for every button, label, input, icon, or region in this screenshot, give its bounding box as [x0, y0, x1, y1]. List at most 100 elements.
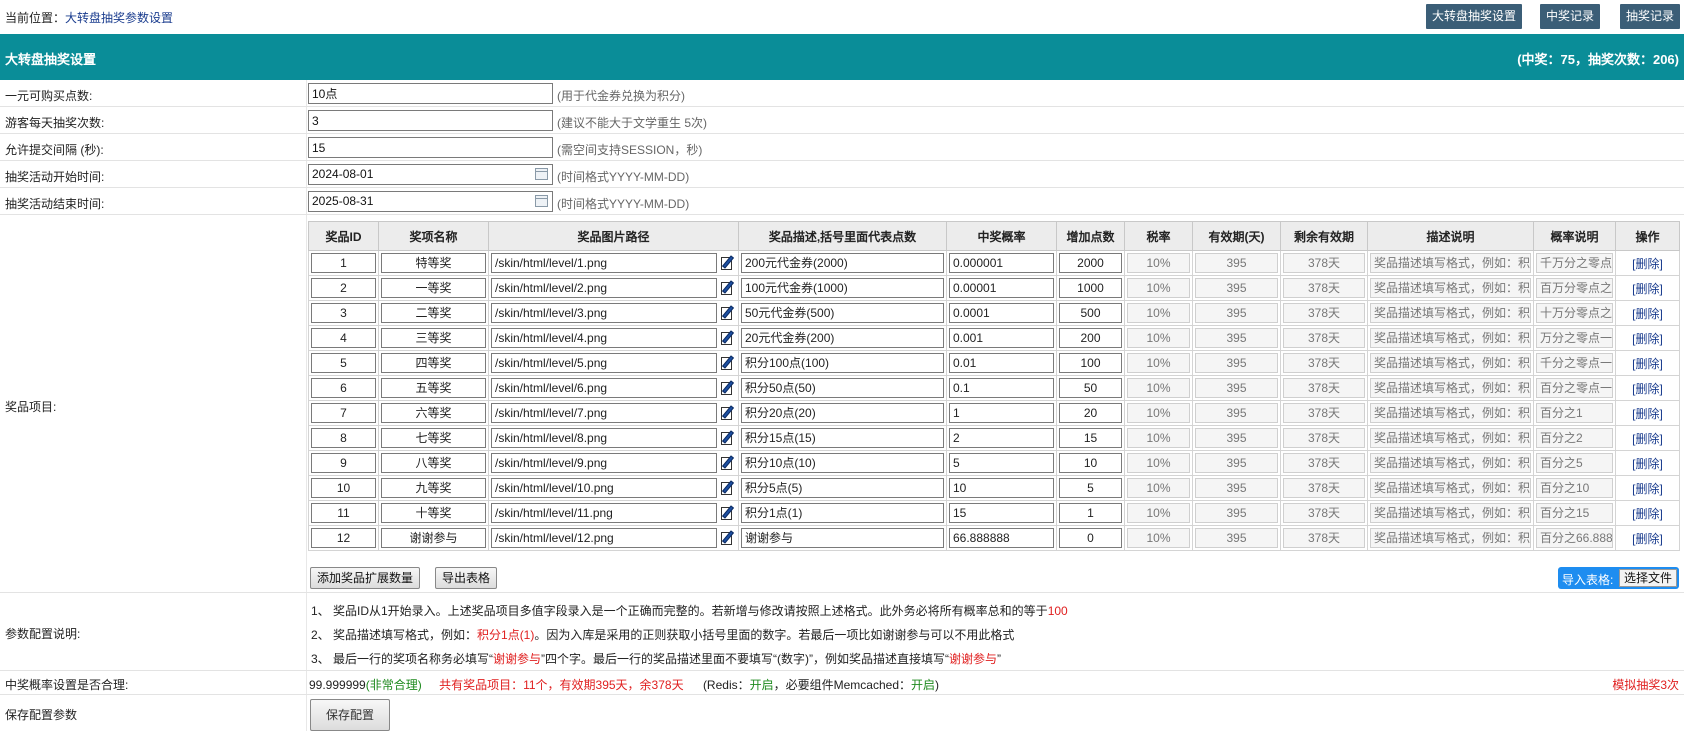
- prize-name-input[interactable]: 十等奖: [381, 503, 486, 523]
- prize-probability-input[interactable]: 5: [949, 453, 1054, 473]
- prize-desc-input[interactable]: 100元代金券(1000): [741, 278, 944, 298]
- prize-probability-input[interactable]: 0.00001: [949, 278, 1054, 298]
- prize-points-input[interactable]: 5: [1059, 478, 1122, 498]
- prize-name-input[interactable]: 九等奖: [381, 478, 486, 498]
- prize-points-input[interactable]: 100: [1059, 353, 1122, 373]
- prize-image-path-input[interactable]: /skin/html/level/4.png: [491, 328, 717, 348]
- prize-name-input[interactable]: 二等奖: [381, 303, 486, 323]
- prize-points-input[interactable]: 10: [1059, 453, 1122, 473]
- breadcrumb-link[interactable]: 大转盘抽奖参数设置: [65, 11, 173, 25]
- prize-points-input[interactable]: 2000: [1059, 253, 1122, 273]
- prize-points-input[interactable]: 1000: [1059, 278, 1122, 298]
- prize-points-input[interactable]: 1: [1059, 503, 1122, 523]
- prize-probability-input[interactable]: 0.0001: [949, 303, 1054, 323]
- prize-image-path-input[interactable]: /skin/html/level/8.png: [491, 428, 717, 448]
- prize-name-input[interactable]: 四等奖: [381, 353, 486, 373]
- prize-id-input[interactable]: 11: [311, 503, 376, 523]
- save-config-button[interactable]: 保存配置: [310, 699, 390, 731]
- prize-points-input[interactable]: 50: [1059, 378, 1122, 398]
- delete-link[interactable]: [删除]: [1632, 257, 1663, 271]
- delete-link[interactable]: [删除]: [1632, 482, 1663, 496]
- prize-probability-input[interactable]: 0.001: [949, 328, 1054, 348]
- lottery-settings-button[interactable]: 大转盘抽奖设置: [1426, 4, 1523, 29]
- prize-probability-input[interactable]: 10: [949, 478, 1054, 498]
- prize-desc-input[interactable]: 积分1点(1): [741, 503, 944, 523]
- draw-records-button[interactable]: 抽奖记录: [1620, 4, 1681, 29]
- prize-points-input[interactable]: 20: [1059, 403, 1122, 423]
- delete-link[interactable]: [删除]: [1632, 357, 1663, 371]
- edit-icon[interactable]: [720, 355, 736, 371]
- prize-image-path-input[interactable]: /skin/html/level/12.png: [491, 528, 717, 548]
- prize-probability-input[interactable]: 0.01: [949, 353, 1054, 373]
- import-table-control[interactable]: 导入表格: 选择文件: [1558, 567, 1679, 589]
- prize-desc-input[interactable]: 20元代金券(200): [741, 328, 944, 348]
- prize-desc-input[interactable]: 50元代金券(500): [741, 303, 944, 323]
- edit-icon[interactable]: [720, 280, 736, 296]
- prize-name-input[interactable]: 三等奖: [381, 328, 486, 348]
- prize-id-input[interactable]: 4: [311, 328, 376, 348]
- win-records-button[interactable]: 中奖记录: [1540, 4, 1601, 29]
- export-table-button[interactable]: 导出表格: [435, 567, 498, 589]
- prize-image-path-input[interactable]: /skin/html/level/5.png: [491, 353, 717, 373]
- delete-link[interactable]: [删除]: [1632, 507, 1663, 521]
- delete-link[interactable]: [删除]: [1632, 532, 1663, 546]
- prize-desc-input[interactable]: 积分50点(50): [741, 378, 944, 398]
- prize-probability-input[interactable]: 2: [949, 428, 1054, 448]
- prize-id-input[interactable]: 12: [311, 528, 376, 548]
- edit-icon[interactable]: [720, 530, 736, 546]
- daily-draws-input[interactable]: [308, 110, 553, 131]
- delete-link[interactable]: [删除]: [1632, 332, 1663, 346]
- prize-desc-input[interactable]: 积分100点(100): [741, 353, 944, 373]
- prize-name-input[interactable]: 一等奖: [381, 278, 486, 298]
- prize-id-input[interactable]: 6: [311, 378, 376, 398]
- delete-link[interactable]: [删除]: [1632, 307, 1663, 321]
- prize-name-input[interactable]: 八等奖: [381, 453, 486, 473]
- prize-name-input[interactable]: 特等奖: [381, 253, 486, 273]
- prize-desc-input[interactable]: 积分10点(10): [741, 453, 944, 473]
- end-date-input[interactable]: 2025-08-31: [308, 191, 553, 212]
- prize-image-path-input[interactable]: /skin/html/level/9.png: [491, 453, 717, 473]
- edit-icon[interactable]: [720, 405, 736, 421]
- delete-link[interactable]: [删除]: [1632, 407, 1663, 421]
- prize-image-path-input[interactable]: /skin/html/level/1.png: [491, 253, 717, 273]
- prize-id-input[interactable]: 5: [311, 353, 376, 373]
- delete-link[interactable]: [删除]: [1632, 382, 1663, 396]
- prize-id-input[interactable]: 9: [311, 453, 376, 473]
- edit-icon[interactable]: [720, 330, 736, 346]
- prize-image-path-input[interactable]: /skin/html/level/11.png: [491, 503, 717, 523]
- choose-file-button[interactable]: 选择文件: [1618, 569, 1677, 587]
- prize-image-path-input[interactable]: /skin/html/level/7.png: [491, 403, 717, 423]
- add-prize-button[interactable]: 添加奖品扩展数量: [310, 567, 421, 589]
- prize-image-path-input[interactable]: /skin/html/level/2.png: [491, 278, 717, 298]
- edit-icon[interactable]: [720, 480, 736, 496]
- prize-name-input[interactable]: 七等奖: [381, 428, 486, 448]
- prize-probability-input[interactable]: 15: [949, 503, 1054, 523]
- prize-desc-input[interactable]: 谢谢参与: [741, 528, 944, 548]
- prize-image-path-input[interactable]: /skin/html/level/6.png: [491, 378, 717, 398]
- points-per-yuan-input[interactable]: [308, 83, 553, 104]
- edit-icon[interactable]: [720, 380, 736, 396]
- start-date-input[interactable]: 2024-08-01: [308, 164, 553, 185]
- prize-image-path-input[interactable]: /skin/html/level/3.png: [491, 303, 717, 323]
- prize-id-input[interactable]: 7: [311, 403, 376, 423]
- edit-icon[interactable]: [720, 505, 736, 521]
- prize-name-input[interactable]: 六等奖: [381, 403, 486, 423]
- prize-name-input[interactable]: 五等奖: [381, 378, 486, 398]
- edit-icon[interactable]: [720, 305, 736, 321]
- edit-icon[interactable]: [720, 255, 736, 271]
- delete-link[interactable]: [删除]: [1632, 432, 1663, 446]
- delete-link[interactable]: [删除]: [1632, 282, 1663, 296]
- prize-points-input[interactable]: 15: [1059, 428, 1122, 448]
- prize-id-input[interactable]: 10: [311, 478, 376, 498]
- prize-probability-input[interactable]: 0.000001: [949, 253, 1054, 273]
- prize-desc-input[interactable]: 积分5点(5): [741, 478, 944, 498]
- edit-icon[interactable]: [720, 430, 736, 446]
- prize-desc-input[interactable]: 积分20点(20): [741, 403, 944, 423]
- prize-id-input[interactable]: 3: [311, 303, 376, 323]
- prize-points-input[interactable]: 200: [1059, 328, 1122, 348]
- calendar-icon[interactable]: [535, 195, 548, 207]
- prize-probability-input[interactable]: 66.888888: [949, 528, 1054, 548]
- prize-points-input[interactable]: 500: [1059, 303, 1122, 323]
- calendar-icon[interactable]: [535, 168, 548, 180]
- prize-probability-input[interactable]: 0.1: [949, 378, 1054, 398]
